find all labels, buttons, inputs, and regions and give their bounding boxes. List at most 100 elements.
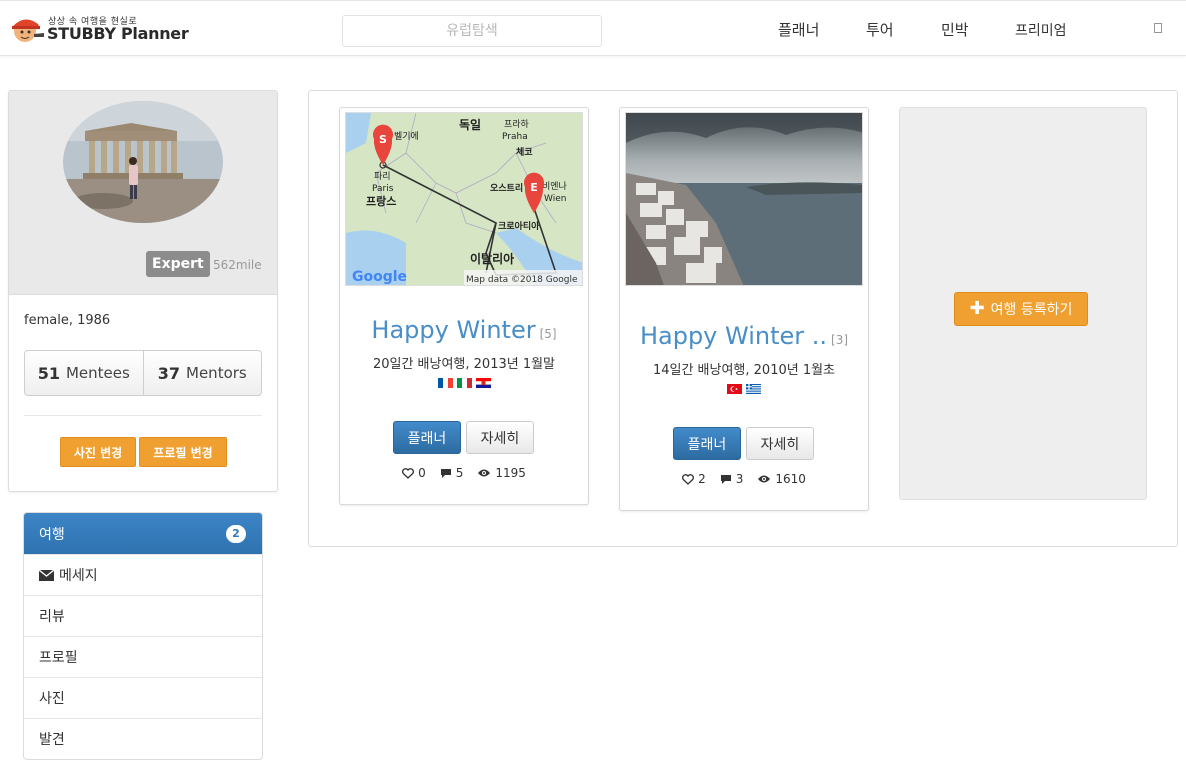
add-trip-button[interactable]: ✚ 여행 등록하기 xyxy=(954,292,1088,326)
france-flag-icon xyxy=(437,378,453,388)
side-item-label: 사진 xyxy=(39,691,65,707)
views-count: 1195 xyxy=(495,466,526,480)
trip-card: Happy Winter .. [3] 14일간 배낭여행, 2010년 1월초 … xyxy=(619,107,869,511)
turkey-flag-icon xyxy=(727,384,742,394)
map-label: Wien xyxy=(544,194,566,204)
views-count: 1610 xyxy=(775,472,806,486)
side-item-profile[interactable]: 프로필 xyxy=(24,636,262,677)
trip-subtitle: 20일간 배낭여행, 2013년 1월말 xyxy=(372,357,556,372)
side-item-label: 여행 xyxy=(39,526,65,543)
top-navbar: 상상 속 여행을 현실로 STUBBY Planner 플래너 투어 민박 프리… xyxy=(0,0,1186,56)
mentors-label: Mentors xyxy=(186,364,247,382)
mentees-count: 51 xyxy=(37,363,60,383)
side-item-reviews[interactable]: 리뷰 xyxy=(24,595,262,636)
trip-subtitle: 14일간 배낭여행, 2010년 1월초 xyxy=(652,363,836,378)
change-profile-button[interactable]: 프로필 변경 xyxy=(139,437,227,467)
avatar-photo xyxy=(63,101,223,223)
avatar[interactable] xyxy=(63,101,223,223)
map-label: Paris xyxy=(372,184,394,194)
trip-title-text: Happy Winter .. xyxy=(639,322,828,350)
expert-badge: Expert xyxy=(146,251,210,277)
map-label: 프라하 xyxy=(504,119,530,130)
google-logo: Google xyxy=(352,269,407,285)
map-label: 비엔나 xyxy=(542,181,567,192)
trip-day-count: [5] xyxy=(539,327,557,341)
comments-stat[interactable]: 3 xyxy=(720,472,744,486)
likes-stat[interactable]: 2 xyxy=(682,472,706,486)
detail-button[interactable]: 자세히 xyxy=(746,427,814,460)
trips-panel: 벨기에 독일 프라하 Praha 체코 파리 Paris 오스트리 비엔나 Wi… xyxy=(308,90,1178,547)
eye-icon xyxy=(478,469,491,477)
comment-icon xyxy=(720,474,731,484)
comments-stat[interactable]: 5 xyxy=(440,466,464,480)
map-label: 독일 xyxy=(459,118,481,132)
trip-day-count: [3] xyxy=(831,333,849,347)
heart-icon xyxy=(682,473,695,485)
greece-flag-icon xyxy=(746,384,761,394)
likes-count: 0 xyxy=(418,466,426,480)
add-trip-label: 여행 등록하기 xyxy=(990,302,1073,318)
profile-header: Expert 562mile xyxy=(9,91,277,295)
nav-tour[interactable]: 투어 xyxy=(866,19,894,40)
side-item-label: 메세지 xyxy=(59,568,98,584)
planner-button[interactable]: 플래너 xyxy=(673,427,741,460)
mentors-count: 37 xyxy=(157,363,181,383)
change-photo-button[interactable]: 사진 변경 xyxy=(60,437,136,467)
side-item-discover[interactable]: 발견 xyxy=(24,718,262,759)
map-label: 파리 xyxy=(374,171,391,182)
italy-flag-icon xyxy=(456,378,472,388)
logo-mascot-icon xyxy=(12,19,44,42)
croatia-flag-icon xyxy=(475,378,491,388)
map-label: 벨기에 xyxy=(394,131,419,142)
planner-button[interactable]: 플래너 xyxy=(393,421,461,454)
country-flags xyxy=(340,378,588,388)
santorini-photo xyxy=(626,113,862,285)
start-marker-label: S xyxy=(379,133,387,146)
views-stat: 1610 xyxy=(757,472,806,486)
trip-title[interactable]: Happy Winter [5] xyxy=(340,316,588,344)
side-item-messages[interactable]: 메세지 xyxy=(24,554,262,595)
profile-card: Expert 562mile female, 1986 51 Mentees 3… xyxy=(8,90,278,492)
mentees-label: Mentees xyxy=(65,364,130,382)
nav-minbak[interactable]: 민박 xyxy=(941,19,969,40)
profile-info: female, 1986 xyxy=(24,313,111,328)
mileage-text: 562mile xyxy=(213,258,262,272)
side-item-label: 발견 xyxy=(39,732,65,748)
heart-icon xyxy=(402,467,415,479)
likes-stat[interactable]: 0 xyxy=(402,466,426,480)
map-label: 체코 xyxy=(516,146,533,158)
menu-icon[interactable] xyxy=(1154,23,1162,33)
logo-text: STUBBY Planner xyxy=(47,24,189,43)
search-input[interactable] xyxy=(342,15,602,47)
side-item-trips[interactable]: 여행 2 xyxy=(24,513,262,554)
trip-title[interactable]: Happy Winter .. [3] xyxy=(620,322,868,350)
add-trip-card: ✚ 여행 등록하기 xyxy=(899,107,1147,500)
comments-count: 3 xyxy=(735,472,744,486)
trip-stats: 0 5 1195 xyxy=(340,466,588,480)
side-item-photos[interactable]: 사진 xyxy=(24,677,262,718)
map-label: 크로아티아 xyxy=(498,220,540,232)
eye-icon xyxy=(758,475,771,483)
side-item-label: 프로필 xyxy=(39,650,78,666)
comment-icon xyxy=(440,468,451,478)
mentors-button[interactable]: 37 Mentors xyxy=(142,351,262,395)
detail-button[interactable]: 자세히 xyxy=(466,421,534,454)
trip-title-text: Happy Winter xyxy=(371,316,536,344)
comments-count: 5 xyxy=(455,466,464,480)
trip-photo[interactable] xyxy=(625,112,863,286)
map-attribution: Map data ©2018 Google xyxy=(466,275,578,285)
nav-planner[interactable]: 플래너 xyxy=(778,19,819,40)
nav-premium[interactable]: 프리미엄 xyxy=(1015,20,1067,40)
trip-stats: 2 3 1610 xyxy=(620,472,868,486)
divider xyxy=(24,415,262,416)
mentees-button[interactable]: 51 Mentees xyxy=(25,351,143,395)
route-map-image: 벨기에 독일 프라하 Praha 체코 파리 Paris 오스트리 비엔나 Wi… xyxy=(346,113,582,285)
mentor-stats: 51 Mentees 37 Mentors xyxy=(24,350,262,396)
envelope-icon xyxy=(39,569,54,581)
side-item-label: 리뷰 xyxy=(39,609,65,625)
views-stat: 1195 xyxy=(477,466,526,480)
stubby-logo[interactable]: 상상 속 여행을 현실로 STUBBY Planner xyxy=(10,12,189,46)
trip-count-badge: 2 xyxy=(226,525,246,543)
likes-count: 2 xyxy=(698,472,706,486)
route-map[interactable]: 벨기에 독일 프라하 Praha 체코 파리 Paris 오스트리 비엔나 Wi… xyxy=(345,112,583,286)
